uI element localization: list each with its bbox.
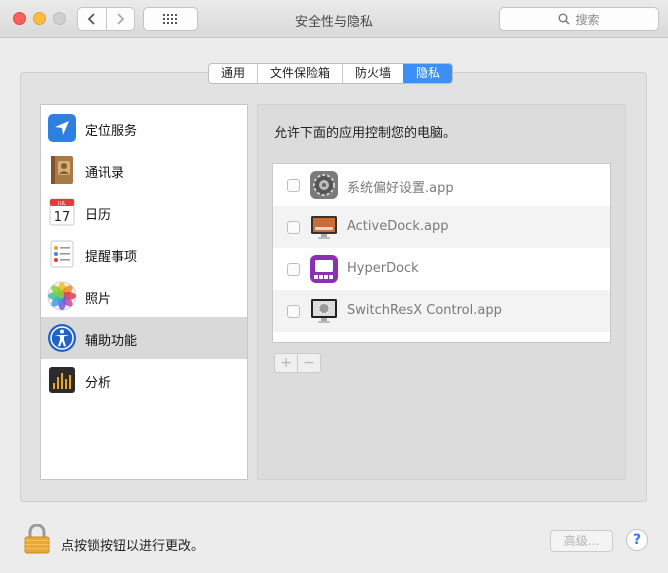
sidebar-item-label: 通讯录 — [85, 166, 125, 181]
sidebar-item-label: 辅助功能 — [85, 334, 138, 349]
remove-app-button[interactable]: − — [297, 354, 320, 372]
reminders-icon — [50, 240, 74, 268]
hyperdock-icon — [310, 255, 338, 283]
sidebar-item-reminders[interactable]: 提醒事项 — [41, 233, 247, 275]
app-list: 系统偏好设置.app ActiveDock.app HyperDock Swit… — [272, 163, 611, 343]
sidebar-item-location-services[interactable]: 定位服务 — [41, 107, 247, 149]
sidebar-item-label: 提醒事项 — [85, 250, 138, 265]
accessibility-panel: 允许下面的应用控制您的电脑。 系统偏好设置.app ActiveDock.app… — [257, 104, 626, 480]
activedock-icon — [311, 216, 337, 239]
switchresx-icon — [311, 299, 337, 323]
app-checkbox[interactable] — [287, 221, 300, 234]
add-remove-buttons: + − — [274, 353, 321, 373]
svg-text:JUL: JUL — [57, 201, 66, 207]
app-checkbox[interactable] — [287, 263, 300, 276]
search-icon — [558, 13, 571, 25]
tab-privacy[interactable]: 隐私 — [403, 64, 453, 83]
search-field[interactable]: 搜索 — [499, 7, 659, 31]
sidebar-item-label: 日历 — [85, 208, 112, 223]
sidebar-item-contacts[interactable]: 通讯录 — [41, 149, 247, 191]
advanced-button[interactable]: 高级... — [550, 530, 613, 552]
title-bar: 安全性与隐私 搜索 — [0, 0, 668, 38]
photos-icon — [47, 281, 77, 311]
app-name: HyperDock — [347, 261, 419, 276]
search-placeholder: 搜索 — [575, 12, 600, 27]
app-name: SwitchResX Control.app — [347, 303, 502, 318]
location-arrow-icon — [48, 114, 76, 142]
tab-general[interactable]: 通用 — [209, 64, 257, 83]
svg-text:17: 17 — [54, 210, 71, 225]
sidebar-item-label: 分析 — [85, 376, 112, 391]
calendar-icon: JUL 17 — [49, 198, 75, 226]
lock-instruction: 点按锁按钮以进行更改。 — [61, 539, 205, 554]
app-name: 系统偏好设置.app — [347, 181, 454, 196]
preferences-window: 安全性与隐私 搜索 通用 文件保险箱 防火墙 隐私 定位服务 通讯录 JUL 1… — [0, 0, 668, 573]
add-app-button[interactable]: + — [275, 354, 297, 372]
sidebar-item-analytics[interactable]: 分析 — [41, 359, 247, 401]
list-item: ActiveDock.app — [273, 206, 610, 248]
panel-description: 允许下面的应用控制您的电脑。 — [274, 126, 457, 141]
list-item: 系统偏好设置.app — [273, 164, 610, 206]
privacy-category-list: 定位服务 通讯录 JUL 17 日历 提醒事项 照片 辅助功能 分析 — [40, 104, 248, 480]
app-checkbox[interactable] — [287, 179, 300, 192]
tab-bar: 通用 文件保险箱 防火墙 隐私 — [208, 63, 454, 84]
lock-icon[interactable] — [24, 524, 50, 554]
list-item: SwitchResX Control.app — [273, 290, 610, 332]
tab-filevault[interactable]: 文件保险箱 — [257, 64, 342, 83]
system-preferences-icon — [310, 171, 338, 199]
list-item: HyperDock — [273, 248, 610, 290]
contacts-book-icon — [51, 156, 73, 184]
sidebar-item-label: 照片 — [85, 292, 112, 307]
sidebar-item-calendar[interactable]: JUL 17 日历 — [41, 191, 247, 233]
accessibility-icon — [48, 324, 76, 352]
app-checkbox[interactable] — [287, 305, 300, 318]
tab-firewall[interactable]: 防火墙 — [342, 64, 403, 83]
help-button[interactable]: ? — [626, 529, 648, 551]
app-name: ActiveDock.app — [347, 219, 449, 234]
sidebar-item-photos[interactable]: 照片 — [41, 275, 247, 317]
sidebar-item-accessibility[interactable]: 辅助功能 — [41, 317, 247, 359]
sidebar-item-label: 定位服务 — [85, 124, 138, 139]
analytics-icon — [49, 367, 75, 393]
